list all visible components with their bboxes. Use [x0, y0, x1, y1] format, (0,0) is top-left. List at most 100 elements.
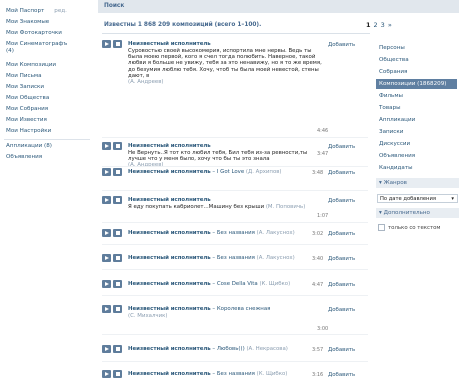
row-divider [102, 361, 368, 362]
track-title[interactable]: Неизвестный исполнитель [128, 41, 324, 47]
add-button[interactable]: Добавить [328, 170, 355, 176]
add-button[interactable]: Добавить [328, 198, 355, 204]
header-divider [102, 33, 370, 34]
download-icon[interactable] [113, 196, 122, 204]
play-icon[interactable] [102, 305, 111, 313]
track-lyrics: Суровостью своей высокомерия, испортила … [128, 48, 322, 86]
track-title[interactable]: Неизвестный исполнитель – I Got Love (Д.… [128, 169, 324, 175]
track-duration: 3:48 [312, 170, 324, 176]
track-title[interactable]: Неизвестный исполнитель [128, 197, 324, 203]
page-link[interactable]: 2 [374, 21, 378, 29]
track-title[interactable]: Неизвестный исполнитель [128, 143, 324, 149]
track-duration: 3:40 [312, 256, 324, 262]
add-button[interactable]: Добавить [328, 144, 355, 150]
filter-audio-selected[interactable]: Композиции (1868209) [376, 79, 457, 89]
edit-link[interactable]: ред. [54, 8, 67, 14]
add-button[interactable]: Добавить [328, 256, 355, 262]
row-divider [102, 222, 368, 223]
play-icon[interactable] [102, 196, 111, 204]
play-icon[interactable] [102, 142, 111, 150]
page-next[interactable]: » [388, 21, 392, 29]
download-icon[interactable] [113, 370, 122, 378]
filter-notes[interactable]: Записки [376, 127, 457, 137]
play-icon[interactable] [102, 280, 111, 288]
add-button[interactable]: Добавить [328, 231, 355, 237]
filter-goods[interactable]: Товары [376, 103, 457, 113]
track-title[interactable]: Неизвестный исполнитель – Cose Della Vit… [128, 281, 324, 287]
nav-item-news[interactable]: Мои Известия [6, 117, 47, 124]
nav-item-events[interactable]: Мои Собрания [6, 106, 48, 113]
filter-people[interactable]: Персоны [376, 43, 457, 53]
nav-item-ads[interactable]: Объявления [6, 154, 42, 161]
play-icon[interactable] [102, 229, 111, 237]
checkbox-label: только со текстом [388, 225, 441, 231]
row-divider [102, 269, 368, 270]
play-icon[interactable] [102, 40, 111, 48]
filter-candidates[interactable]: Кандидаты [376, 163, 457, 173]
download-icon[interactable] [113, 40, 122, 48]
play-icon[interactable] [102, 345, 111, 353]
download-icon[interactable] [113, 142, 122, 150]
track-duration: 1:07 [317, 213, 329, 219]
track-title[interactable]: Неизвестный исполнитель – Королева снежн… [128, 306, 324, 312]
filter-discussions[interactable]: Дискуссии [376, 139, 457, 149]
download-icon[interactable] [113, 345, 122, 353]
track-title[interactable]: Неизвестный исполнитель – Без названия (… [128, 255, 324, 261]
nav-divider [4, 139, 90, 140]
nav-item-videos[interactable]: Мои Синематографъ [6, 41, 67, 48]
filter-videos[interactable]: Фильмы [376, 91, 457, 101]
play-icon[interactable] [102, 168, 111, 176]
lyrics-author[interactable]: (С. Михалчик) [128, 313, 167, 319]
nav-item-passport[interactable]: Мой Паспорт ред. [6, 8, 67, 15]
nav-item-friends[interactable]: Мои Знакомые [6, 19, 49, 26]
nav-item-videos-count[interactable]: (4) [6, 48, 14, 55]
genres-header[interactable]: ▾ Жанров [376, 178, 459, 188]
row-divider [102, 334, 368, 335]
track-duration: 4:46 [317, 128, 329, 134]
nav-item-settings[interactable]: Мои Настройки [6, 128, 51, 135]
track-title[interactable]: Неизвестный исполнитель – Любовь(() (А. … [128, 346, 324, 352]
add-button[interactable]: Добавить [328, 42, 355, 48]
track-duration: 3:02 [312, 231, 324, 237]
add-button[interactable]: Добавить [328, 282, 355, 288]
nav-item-photos[interactable]: Мои Фотокарточки [6, 30, 62, 37]
nav-item-messages[interactable]: Мои Письма [6, 73, 42, 80]
row-divider [102, 137, 368, 138]
filter-apps[interactable]: Аппликации [376, 115, 457, 125]
checkbox-icon[interactable] [378, 224, 385, 231]
add-button[interactable]: Добавить [328, 307, 355, 313]
nav-item-groups[interactable]: Мои Общества [6, 95, 49, 102]
track-duration: 3:47 [317, 151, 329, 157]
play-icon[interactable] [102, 254, 111, 262]
play-icon[interactable] [102, 370, 111, 378]
nav-item-audio[interactable]: Мои Композиции [6, 62, 56, 69]
filter-events[interactable]: Собрания [376, 67, 457, 77]
lyrics-author[interactable]: (М. Поповичь) [266, 204, 306, 210]
filter-groups[interactable]: Общества [376, 55, 457, 65]
download-icon[interactable] [113, 280, 122, 288]
row-divider [102, 190, 368, 191]
page-link[interactable]: 3 [381, 21, 385, 29]
download-icon[interactable] [113, 254, 122, 262]
filter-ads[interactable]: Объявления [376, 151, 457, 161]
download-icon[interactable] [113, 305, 122, 313]
search-bar: Поиск [98, 0, 459, 13]
search-label[interactable]: Поиск [104, 3, 124, 9]
lyrics-author[interactable]: (А. Андреев) [128, 79, 164, 85]
sort-select[interactable]: По дате добавления ▾ [377, 194, 458, 203]
nav-item-label: Мой Паспорт [6, 8, 45, 14]
pagination: 1 2 3» [366, 21, 392, 29]
track-title[interactable]: Неизвестный исполнитель – Без названия (… [128, 371, 324, 377]
nav-item-notes[interactable]: Мои Записки [6, 84, 44, 91]
nav-item-apps[interactable]: Аппликации (8) [6, 143, 52, 150]
track-duration: 3:57 [312, 347, 324, 353]
lyrics-only-checkbox[interactable]: только со текстом [378, 224, 441, 231]
chevron-down-icon: ▾ [451, 196, 454, 202]
add-button[interactable]: Добавить [328, 372, 355, 378]
add-button[interactable]: Добавить [328, 347, 355, 353]
row-divider [102, 166, 368, 167]
extra-options-header[interactable]: ▾ Дополнительно [376, 208, 459, 218]
download-icon[interactable] [113, 168, 122, 176]
track-title[interactable]: Неизвестный исполнитель – Без названия (… [128, 230, 324, 236]
download-icon[interactable] [113, 229, 122, 237]
